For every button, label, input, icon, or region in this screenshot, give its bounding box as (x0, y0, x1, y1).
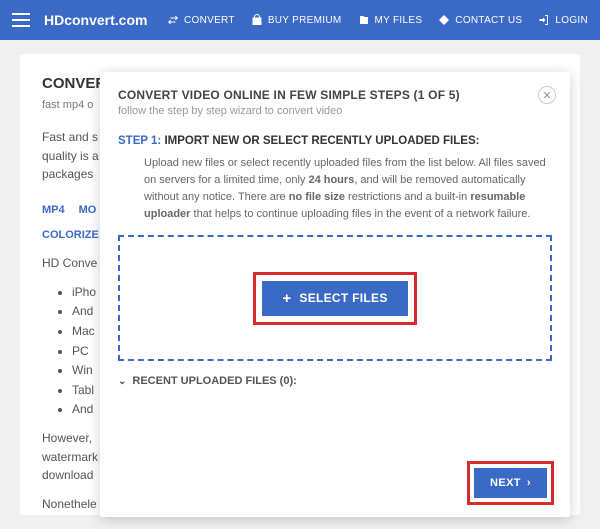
login-icon (538, 14, 550, 26)
brand-logo[interactable]: HDconvert.com (44, 12, 147, 28)
swap-icon (167, 14, 179, 26)
nav-label: LOGIN (555, 15, 588, 26)
chevron-right-icon: › (527, 477, 531, 489)
bag-icon (251, 14, 263, 26)
nav-label: BUY PREMIUM (268, 15, 342, 26)
step-title: IMPORT NEW OR SELECT RECENTLY UPLOADED F… (164, 135, 479, 147)
nav-label: CONVERT (184, 15, 235, 26)
recent-label: RECENT UPLOADED FILES (0): (132, 375, 296, 387)
step-number: STEP 1: (118, 135, 161, 147)
wizard-modal: ✕ CONVERT VIDEO ONLINE IN FEW SIMPLE STE… (100, 72, 570, 517)
button-label: NEXT (490, 477, 521, 489)
highlight-box: + SELECT FILES (253, 272, 416, 325)
diamond-icon (438, 14, 450, 26)
tab-mp4[interactable]: MP4 (42, 202, 65, 219)
step-heading: STEP 1: IMPORT NEW OR SELECT RECENTLY UP… (118, 135, 552, 147)
files-icon (358, 14, 370, 26)
highlight-box: NEXT › (467, 461, 554, 505)
close-icon[interactable]: ✕ (538, 86, 556, 104)
nav-label: CONTACT US (455, 15, 522, 26)
colorize-link[interactable]: COLORIZE (42, 227, 99, 244)
nav-my-files[interactable]: MY FILES (358, 14, 423, 26)
nav-buy-premium[interactable]: BUY PREMIUM (251, 14, 342, 26)
button-label: SELECT FILES (299, 291, 387, 305)
file-dropzone[interactable]: + SELECT FILES (118, 235, 552, 361)
tab-mov[interactable]: MO (79, 202, 97, 219)
menu-icon[interactable] (12, 13, 30, 27)
top-navbar: HDconvert.com CONVERT BUY PREMIUM MY FIL… (0, 0, 600, 40)
nav-login[interactable]: LOGIN (538, 14, 588, 26)
chevron-down-icon: ⌄ (118, 376, 126, 387)
recent-files-toggle[interactable]: ⌄ RECENT UPLOADED FILES (0): (118, 375, 552, 387)
modal-title: CONVERT VIDEO ONLINE IN FEW SIMPLE STEPS… (118, 88, 552, 102)
plus-icon: + (282, 291, 291, 306)
next-button[interactable]: NEXT › (474, 468, 547, 498)
modal-subtitle: follow the step by step wizard to conver… (118, 105, 552, 117)
nav-contact-us[interactable]: CONTACT US (438, 14, 522, 26)
nav-label: MY FILES (375, 15, 423, 26)
step-description: Upload new files or select recently uplo… (144, 155, 552, 223)
select-files-button[interactable]: + SELECT FILES (262, 281, 407, 316)
nav-convert[interactable]: CONVERT (167, 14, 235, 26)
